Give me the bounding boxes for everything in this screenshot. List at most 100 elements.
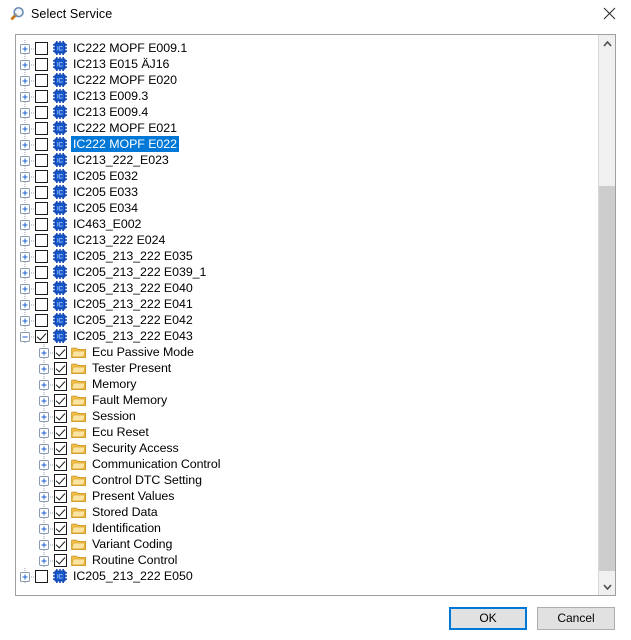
tree-expander[interactable] [35,440,54,456]
tree-checkbox[interactable] [35,249,48,263]
tree-expander[interactable] [16,168,35,184]
scroll-up-button[interactable] [599,35,615,52]
tree-checkbox[interactable] [35,569,48,583]
tree-checkbox[interactable] [35,41,48,55]
tree-checkbox[interactable] [35,89,48,103]
tree-expander[interactable] [16,120,35,136]
tree-checkbox[interactable] [54,409,67,423]
tree-row[interactable]: IC IC213 E015 ÄJ16 [16,56,598,72]
scroll-down-button[interactable] [599,578,615,595]
tree-checkbox[interactable] [54,473,67,487]
tree-row[interactable]: Fault Memory [16,392,598,408]
tree-row[interactable]: IC IC222 MOPF E020 [16,72,598,88]
tree-row[interactable]: IC IC213 E009.3 [16,88,598,104]
tree-row[interactable]: IC IC205_213_222 E043 [16,328,598,344]
tree-row[interactable]: IC IC222 MOPF E021 [16,120,598,136]
tree-expander[interactable] [16,232,35,248]
tree-row[interactable]: Identification [16,520,598,536]
service-tree[interactable]: IC IC222 MOPF E009.1 IC IC213 E015 ÄJ16 IC IC… [16,35,598,595]
close-button[interactable] [587,0,631,27]
tree-row[interactable]: IC IC222 MOPF E009.1 [16,40,598,56]
tree-expander[interactable] [16,152,35,168]
tree-checkbox[interactable] [35,137,48,151]
tree-expander[interactable] [35,360,54,376]
tree-expander[interactable] [35,408,54,424]
tree-checkbox[interactable] [35,313,48,327]
tree-checkbox[interactable] [35,185,48,199]
tree-expander[interactable] [35,472,54,488]
tree-row[interactable]: IC IC213 E009.4 [16,104,598,120]
tree-row[interactable]: Control DTC Setting [16,472,598,488]
tree-checkbox[interactable] [35,105,48,119]
tree-expander[interactable] [16,200,35,216]
tree-expander[interactable] [35,520,54,536]
tree-checkbox[interactable] [54,425,67,439]
tree-expander[interactable] [16,216,35,232]
tree-expander[interactable] [16,56,35,72]
tree-expander[interactable] [35,504,54,520]
tree-row[interactable]: Variant Coding [16,536,598,552]
tree-row[interactable]: IC IC213_222_E023 [16,152,598,168]
tree-checkbox[interactable] [35,281,48,295]
tree-row[interactable]: IC IC205_213_222 E039_1 [16,264,598,280]
tree-checkbox[interactable] [54,553,67,567]
tree-expander[interactable] [16,136,35,152]
tree-expander[interactable] [35,456,54,472]
tree-row[interactable]: Routine Control [16,552,598,568]
tree-row[interactable]: Ecu Reset [16,424,598,440]
tree-checkbox[interactable] [54,361,67,375]
tree-row[interactable]: IC IC205_213_222 E040 [16,280,598,296]
tree-expander[interactable] [16,568,35,584]
tree-checkbox[interactable] [35,329,48,343]
tree-row[interactable]: Ecu Passive Mode [16,344,598,360]
tree-checkbox[interactable] [35,169,48,183]
tree-row[interactable]: IC IC205 E034 [16,200,598,216]
tree-checkbox[interactable] [35,73,48,87]
tree-expander[interactable] [35,552,54,568]
tree-checkbox[interactable] [54,345,67,359]
tree-checkbox[interactable] [35,233,48,247]
tree-expander[interactable] [16,312,35,328]
ok-button[interactable]: OK [449,606,527,630]
tree-checkbox[interactable] [35,265,48,279]
tree-expander[interactable] [35,344,54,360]
tree-checkbox[interactable] [35,153,48,167]
tree-row[interactable]: IC IC205 E032 [16,168,598,184]
tree-row[interactable]: Communication Control [16,456,598,472]
tree-expander[interactable] [16,88,35,104]
tree-row[interactable]: Memory [16,376,598,392]
tree-expander[interactable] [16,328,35,344]
tree-row[interactable]: IC IC205_213_222 E050 [16,568,598,584]
tree-expander[interactable] [16,248,35,264]
scrollbar-thumb[interactable] [599,186,615,571]
tree-expander[interactable] [35,376,54,392]
tree-expander[interactable] [16,264,35,280]
tree-expander[interactable] [16,184,35,200]
cancel-button[interactable]: Cancel [537,606,615,630]
tree-row[interactable]: IC IC463_E002 [16,216,598,232]
tree-checkbox[interactable] [54,457,67,471]
tree-checkbox[interactable] [35,297,48,311]
tree-checkbox[interactable] [54,505,67,519]
tree-row[interactable]: IC IC205 E033 [16,184,598,200]
tree-row[interactable]: Session [16,408,598,424]
tree-row[interactable]: Stored Data [16,504,598,520]
tree-row[interactable]: Present Values [16,488,598,504]
tree-checkbox[interactable] [54,377,67,391]
tree-expander[interactable] [35,488,54,504]
tree-row[interactable]: IC IC205_213_222 E042 [16,312,598,328]
tree-checkbox[interactable] [54,521,67,535]
tree-checkbox[interactable] [35,201,48,215]
tree-checkbox[interactable] [54,441,67,455]
tree-expander[interactable] [16,104,35,120]
tree-checkbox[interactable] [35,57,48,71]
tree-vertical-scrollbar[interactable] [598,35,615,595]
tree-row[interactable]: Security Access [16,440,598,456]
tree-expander[interactable] [16,40,35,56]
tree-checkbox[interactable] [35,217,48,231]
tree-expander[interactable] [35,424,54,440]
tree-expander[interactable] [35,392,54,408]
tree-row[interactable]: IC IC213_222 E024 [16,232,598,248]
tree-expander[interactable] [35,536,54,552]
tree-checkbox[interactable] [54,393,67,407]
